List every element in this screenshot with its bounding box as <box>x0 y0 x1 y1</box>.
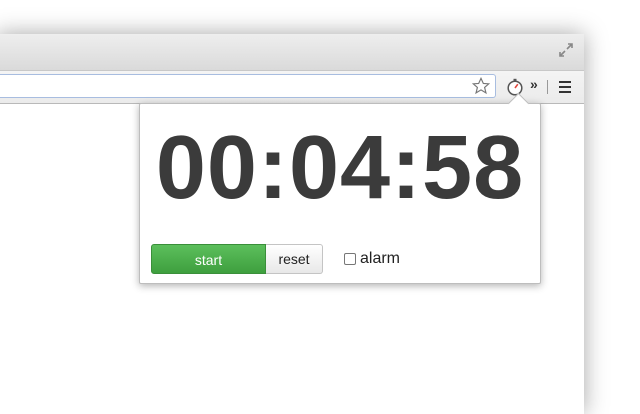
alarm-checkbox[interactable] <box>344 253 356 265</box>
stopwatch-icon[interactable] <box>506 78 524 96</box>
resize-arrows-icon[interactable] <box>558 42 574 58</box>
start-button[interactable]: start <box>151 244 266 274</box>
reset-button[interactable]: reset <box>266 244 323 274</box>
hamburger-menu-icon[interactable] <box>559 81 571 93</box>
title-bar <box>0 34 584 71</box>
toolbar-separator <box>547 80 548 94</box>
address-bar[interactable] <box>0 74 496 98</box>
alarm-toggle[interactable]: alarm <box>344 250 400 268</box>
timer-display: 00:04:58 <box>155 118 525 218</box>
browser-toolbar: » <box>0 71 584 104</box>
alarm-label: alarm <box>360 250 401 267</box>
double-chevron-icon[interactable]: » <box>530 76 538 92</box>
star-icon[interactable] <box>472 77 490 95</box>
timer-popup: 00:04:58 start reset alarm <box>139 92 541 284</box>
